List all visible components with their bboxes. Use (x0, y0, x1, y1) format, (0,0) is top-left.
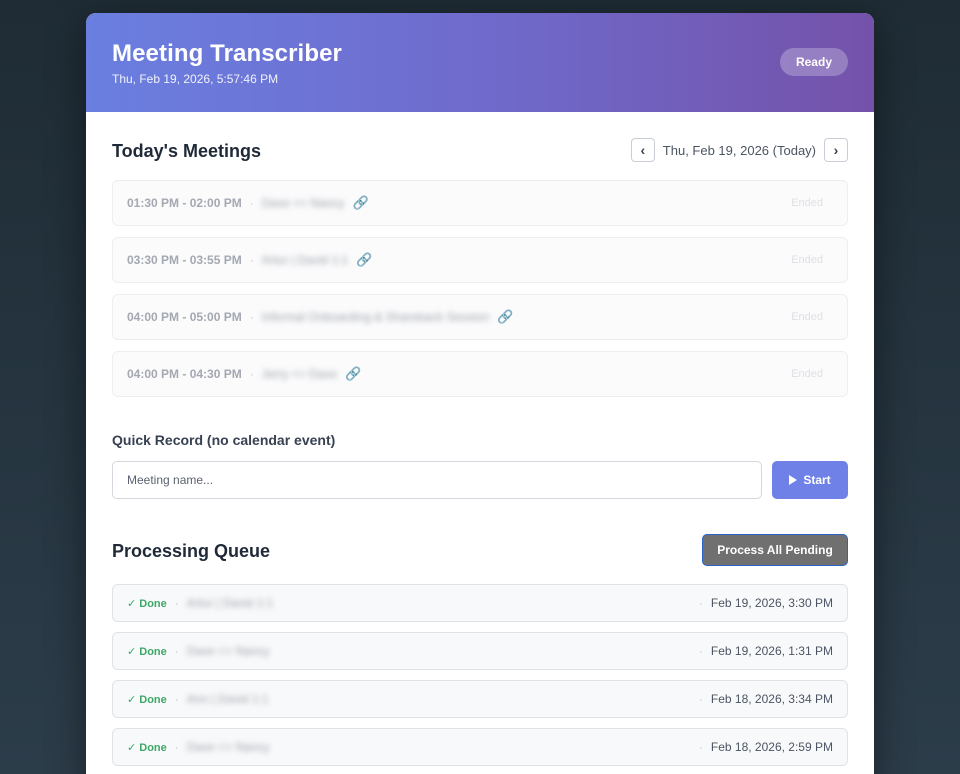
meeting-name: Dave <> Nancy (261, 196, 345, 210)
queue-date: Feb 18, 2026, 2:59 PM (710, 740, 833, 754)
separator: · (174, 596, 179, 610)
meeting-item[interactable]: 01:30 PM - 02:00 PM · Dave <> Nancy 🔗 En… (112, 180, 848, 226)
separator: · (174, 644, 179, 658)
queue-name: Ann | David 1:1 (186, 692, 269, 706)
selected-date: Thu, Feb 19, 2026 (Today) (662, 142, 816, 158)
queue-name: Artur | David 1:1 (186, 596, 274, 610)
queue-status: ✓ Done (127, 645, 167, 658)
meeting-name: Jerry <> Dave (261, 367, 338, 381)
queue-name: Dave <> Nancy (186, 740, 270, 754)
separator: · (249, 367, 254, 381)
status-badge: Ready (779, 48, 848, 76)
meeting-name: Artur | David 1:1 (261, 253, 349, 267)
prev-day-button[interactable]: ‹ (630, 138, 655, 162)
start-label: Start (803, 473, 831, 487)
queue-date: Feb 19, 2026, 3:30 PM (710, 596, 833, 610)
current-datetime: Thu, Feb 19, 2026, 5:57:46 PM (112, 72, 279, 86)
meeting-item[interactable]: 03:30 PM - 03:55 PM · Artur | David 1:1 … (112, 237, 848, 283)
meeting-item[interactable]: 04:00 PM - 04:30 PM · Jerry <> Dave 🔗 En… (112, 351, 848, 397)
meetings-title: Today's Meetings (112, 141, 261, 161)
queue-status: ✓ Done (127, 693, 167, 706)
separator: · (249, 310, 254, 324)
meeting-status: Ended (791, 197, 823, 209)
separator: · (698, 692, 703, 706)
meeting-time: 04:00 PM - 05:00 PM (127, 310, 242, 324)
queue-date-wrap: · Feb 19, 2026, 1:31 PM (691, 644, 833, 658)
queue-item[interactable]: ✓ Done · Dave <> Nancy · Feb 19, 2026, 1… (112, 632, 848, 670)
meeting-status: Ended (791, 254, 823, 266)
queue-date-wrap: · Feb 19, 2026, 3:30 PM (691, 596, 833, 610)
queue-status: ✓ Done (127, 597, 167, 610)
link-icon[interactable]: 🔗 (352, 195, 368, 211)
app-header: Meeting Transcriber Thu, Feb 19, 2026, 5… (86, 13, 874, 112)
separator: · (698, 644, 703, 658)
queue-status: ✓ Done (127, 741, 167, 754)
process-all-button[interactable]: Process All Pending (702, 534, 848, 566)
app-title: Meeting Transcriber (112, 40, 342, 67)
meeting-time: 04:00 PM - 04:30 PM (127, 367, 242, 381)
link-icon[interactable]: 🔗 (345, 366, 361, 382)
separator: · (174, 692, 179, 706)
meeting-item[interactable]: 04:00 PM - 05:00 PM · Informal Onboardin… (112, 294, 848, 340)
date-navigator: ‹ Thu, Feb 19, 2026 (Today) › (630, 138, 848, 162)
meeting-status: Ended (791, 311, 823, 323)
meeting-time: 01:30 PM - 02:00 PM (127, 196, 242, 210)
link-icon[interactable]: 🔗 (356, 252, 372, 268)
queue-date: Feb 19, 2026, 1:31 PM (710, 644, 833, 658)
meeting-status: Ended (791, 368, 823, 380)
separator: · (698, 596, 703, 610)
separator: · (249, 196, 254, 210)
queue-title: Processing Queue (112, 541, 271, 561)
queue-date-wrap: · Feb 18, 2026, 2:59 PM (691, 740, 833, 754)
start-button[interactable]: Start (772, 461, 848, 499)
queue-date: Feb 18, 2026, 3:34 PM (710, 692, 833, 706)
quick-record-title: Quick Record (no calendar event) (112, 432, 336, 448)
queue-name: Dave <> Nancy (186, 644, 270, 658)
queue-item[interactable]: ✓ Done · Ann | David 1:1 · Feb 18, 2026,… (112, 680, 848, 718)
app-card: Meeting Transcriber Thu, Feb 19, 2026, 5… (86, 13, 874, 774)
link-icon[interactable]: 🔗 (497, 309, 513, 325)
meeting-name: Informal Onboarding & Shareback Session (261, 310, 490, 324)
separator: · (174, 740, 179, 754)
queue-item[interactable]: ✓ Done · Dave <> Nancy · Feb 18, 2026, 2… (112, 728, 848, 766)
next-day-button[interactable]: › (824, 138, 848, 162)
separator: · (249, 253, 254, 267)
queue-item[interactable]: ✓ Done · Artur | David 1:1 · Feb 19, 202… (112, 584, 848, 622)
meeting-time: 03:30 PM - 03:55 PM (127, 253, 242, 267)
separator: · (698, 740, 703, 754)
queue-date-wrap: · Feb 18, 2026, 3:34 PM (691, 692, 833, 706)
play-icon (789, 475, 798, 485)
meeting-name-input[interactable] (112, 461, 762, 499)
